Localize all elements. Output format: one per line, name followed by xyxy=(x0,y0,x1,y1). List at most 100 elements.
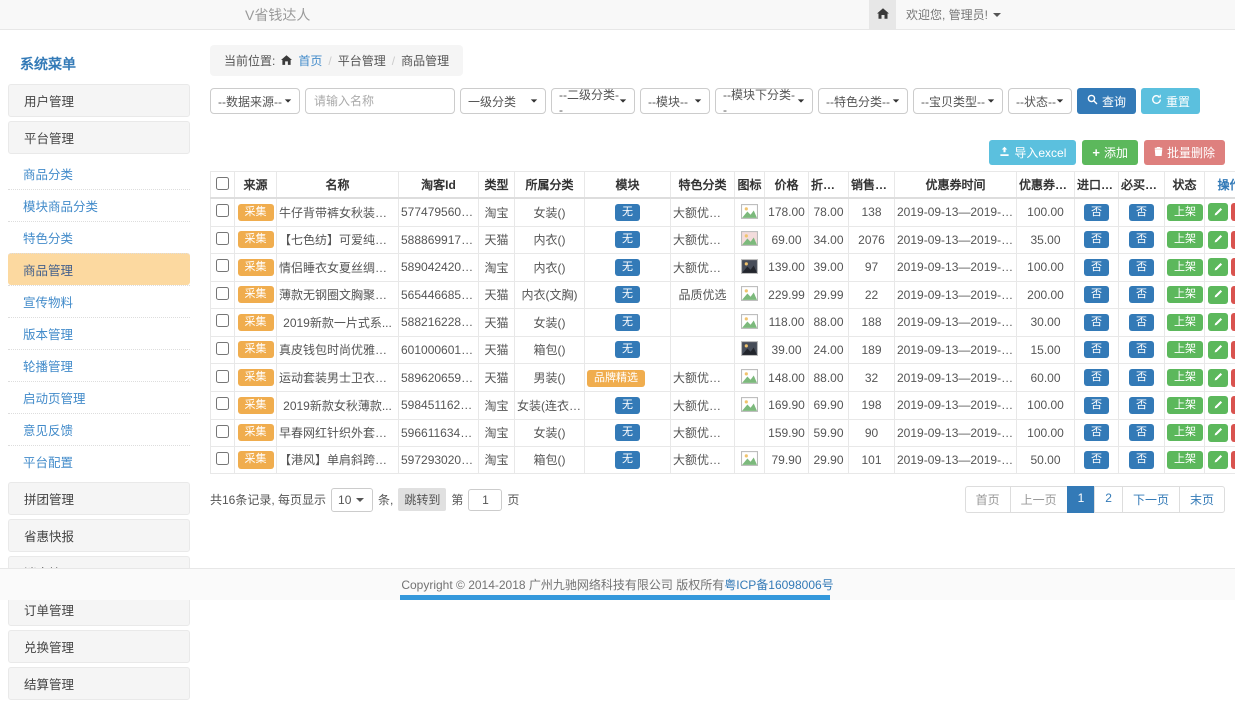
page-button[interactable]: 2 xyxy=(1094,486,1123,513)
must-buy-toggle[interactable]: 否 xyxy=(1129,451,1154,468)
edit-button[interactable] xyxy=(1208,258,1228,276)
sidebar-item[interactable]: 商品分类 xyxy=(8,158,190,189)
import-excel-button[interactable]: 导入excel xyxy=(989,140,1076,165)
must-buy-toggle[interactable]: 否 xyxy=(1129,314,1154,331)
edit-button[interactable] xyxy=(1208,286,1228,304)
page-button[interactable]: 1 xyxy=(1067,486,1096,513)
status-badge[interactable]: 上架 xyxy=(1167,231,1203,248)
delete-button[interactable] xyxy=(1231,203,1235,221)
row-checkbox[interactable] xyxy=(216,425,229,438)
bulk-delete-button[interactable]: 批量删除 xyxy=(1144,140,1225,165)
module-badge[interactable]: 无 xyxy=(615,397,640,414)
sidebar-item[interactable]: 宣传物料 xyxy=(8,285,190,317)
module-badge[interactable]: 无 xyxy=(615,341,640,358)
import-select-toggle[interactable]: 否 xyxy=(1084,341,1109,358)
delete-button[interactable] xyxy=(1231,341,1235,359)
import-select-toggle[interactable]: 否 xyxy=(1084,397,1109,414)
icp-link[interactable]: 粤ICP备16098006号 xyxy=(724,578,833,592)
module-badge[interactable]: 无 xyxy=(615,204,640,221)
page-button[interactable]: 末页 xyxy=(1179,486,1225,513)
filter-category2-select[interactable]: --二级分类-- xyxy=(551,88,635,114)
row-checkbox[interactable] xyxy=(216,259,229,272)
import-select-toggle[interactable]: 否 xyxy=(1084,369,1109,386)
sidebar-item[interactable]: 模块商品分类 xyxy=(8,189,190,221)
breadcrumb-home-link[interactable]: 首页 xyxy=(298,52,322,69)
delete-button[interactable] xyxy=(1231,231,1235,249)
status-badge[interactable]: 上架 xyxy=(1167,204,1203,221)
status-badge[interactable]: 上架 xyxy=(1167,259,1203,276)
must-buy-toggle[interactable]: 否 xyxy=(1129,204,1154,221)
name-search-input[interactable] xyxy=(305,88,455,114)
module-badge[interactable]: 无 xyxy=(615,424,640,441)
page-button[interactable]: 上一页 xyxy=(1010,486,1068,513)
must-buy-toggle[interactable]: 否 xyxy=(1129,259,1154,276)
row-checkbox[interactable] xyxy=(216,342,229,355)
module-badge[interactable]: 无 xyxy=(615,259,640,276)
select-all-checkbox[interactable] xyxy=(216,177,229,190)
sidebar-item[interactable]: 意见反馈 xyxy=(8,413,190,445)
import-select-toggle[interactable]: 否 xyxy=(1084,204,1109,221)
row-checkbox[interactable] xyxy=(216,314,229,327)
module-badge[interactable]: 无 xyxy=(615,231,640,248)
row-checkbox[interactable] xyxy=(216,204,229,217)
sidebar-item[interactable]: 平台配置 xyxy=(8,445,190,477)
jump-to-button[interactable]: 跳转到 xyxy=(398,488,446,511)
sidebar-item[interactable]: 启动页管理 xyxy=(8,381,190,413)
import-select-toggle[interactable]: 否 xyxy=(1084,286,1109,303)
status-badge[interactable]: 上架 xyxy=(1167,451,1203,468)
row-checkbox[interactable] xyxy=(216,452,229,465)
delete-button[interactable] xyxy=(1231,451,1235,469)
sidebar-item[interactable]: 兑换管理 xyxy=(8,630,190,663)
sidebar-item[interactable]: 商品管理 xyxy=(8,253,190,285)
import-select-toggle[interactable]: 否 xyxy=(1084,424,1109,441)
sidebar-item[interactable]: 平台管理 xyxy=(8,121,190,154)
import-select-toggle[interactable]: 否 xyxy=(1084,231,1109,248)
reset-button[interactable]: 重置 xyxy=(1141,88,1200,114)
status-badge[interactable]: 上架 xyxy=(1167,424,1203,441)
edit-button[interactable] xyxy=(1208,203,1228,221)
jump-page-input[interactable] xyxy=(468,489,502,511)
filter-item-type-select[interactable]: --宝贝类型-- xyxy=(913,88,1003,114)
search-button[interactable]: 查询 xyxy=(1077,88,1136,114)
status-badge[interactable]: 上架 xyxy=(1167,397,1203,414)
home-button[interactable] xyxy=(869,0,896,29)
filter-module-select[interactable]: --模块-- xyxy=(640,88,710,114)
edit-button[interactable] xyxy=(1208,341,1228,359)
sidebar-item[interactable]: 用户管理 xyxy=(8,84,190,117)
must-buy-toggle[interactable]: 否 xyxy=(1129,286,1154,303)
filter-status-select[interactable]: --状态-- xyxy=(1008,88,1072,114)
edit-button[interactable] xyxy=(1208,396,1228,414)
page-button[interactable]: 首页 xyxy=(965,486,1011,513)
page-button[interactable]: 下一页 xyxy=(1122,486,1180,513)
status-badge[interactable]: 上架 xyxy=(1167,341,1203,358)
module-badge[interactable]: 无 xyxy=(615,314,640,331)
per-page-select[interactable]: 10 xyxy=(331,488,373,512)
edit-button[interactable] xyxy=(1208,369,1228,387)
must-buy-toggle[interactable]: 否 xyxy=(1129,397,1154,414)
sidebar-item[interactable]: 版本管理 xyxy=(8,317,190,349)
import-select-toggle[interactable]: 否 xyxy=(1084,314,1109,331)
must-buy-toggle[interactable]: 否 xyxy=(1129,424,1154,441)
sidebar-item[interactable]: 特色分类 xyxy=(8,221,190,253)
must-buy-toggle[interactable]: 否 xyxy=(1129,369,1154,386)
row-checkbox[interactable] xyxy=(216,287,229,300)
sidebar-item[interactable]: 轮播管理 xyxy=(8,349,190,381)
sidebar-item[interactable]: 拼团管理 xyxy=(8,482,190,515)
status-badge[interactable]: 上架 xyxy=(1167,286,1203,303)
filter-module-sub-select[interactable]: --模块下分类-- xyxy=(715,88,813,114)
delete-button[interactable] xyxy=(1231,258,1235,276)
must-buy-toggle[interactable]: 否 xyxy=(1129,341,1154,358)
status-badge[interactable]: 上架 xyxy=(1167,314,1203,331)
delete-button[interactable] xyxy=(1231,396,1235,414)
import-select-toggle[interactable]: 否 xyxy=(1084,451,1109,468)
edit-button[interactable] xyxy=(1208,313,1228,331)
filter-feature-select[interactable]: --特色分类-- xyxy=(818,88,908,114)
delete-button[interactable] xyxy=(1231,313,1235,331)
delete-button[interactable] xyxy=(1231,369,1235,387)
edit-button[interactable] xyxy=(1208,451,1228,469)
row-checkbox[interactable] xyxy=(216,232,229,245)
sidebar-item[interactable]: 省惠快报 xyxy=(8,519,190,552)
module-badge[interactable]: 品牌精选 xyxy=(587,370,645,387)
status-badge[interactable]: 上架 xyxy=(1167,369,1203,386)
row-checkbox[interactable] xyxy=(216,370,229,383)
